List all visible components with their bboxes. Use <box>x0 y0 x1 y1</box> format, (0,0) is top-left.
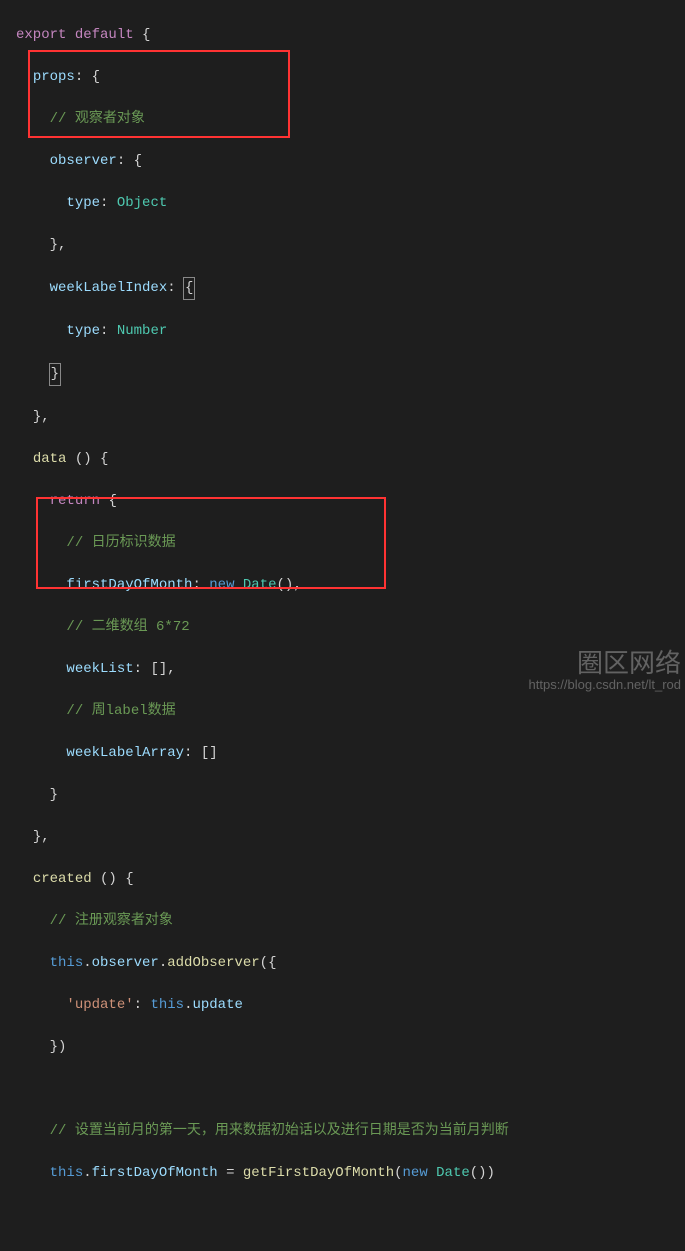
code-line: return { <box>16 491 669 512</box>
keyword-new: new <box>403 1165 428 1181</box>
class-date: Date <box>436 1165 470 1181</box>
keyword-this: this <box>50 955 84 971</box>
code-line: data () { <box>16 449 669 470</box>
code-line: // 日历标识数据 <box>16 533 669 554</box>
code-line: this.firstDayOfMonth = getFirstDayOfMont… <box>16 1163 669 1184</box>
code-line: type: Number <box>16 321 669 342</box>
keyword-new: new <box>209 577 234 593</box>
prop-type: type <box>66 323 100 339</box>
code-line: firstDayOfMonth: new Date(), <box>16 575 669 596</box>
prop-props: props <box>33 69 75 85</box>
fn-addobserver: addObserver <box>167 955 259 971</box>
comment: // 周label数据 <box>66 703 175 719</box>
code-line: // 二维数组 6*72 <box>16 617 669 638</box>
method-created: created <box>33 871 92 887</box>
comment: // 二维数组 6*72 <box>66 619 189 635</box>
code-line: // 周label数据 <box>16 701 669 722</box>
code-line: weekLabelArray: [] <box>16 743 669 764</box>
code-line: // 观察者对象 <box>16 109 669 130</box>
comment: // 观察者对象 <box>50 111 145 127</box>
code-line: 'update': this.update <box>16 995 669 1016</box>
code-line: // 注册观察者对象 <box>16 911 669 932</box>
code-line: this.observer.addObserver({ <box>16 953 669 974</box>
code-line: weekList: [], <box>16 659 669 680</box>
code-line: } <box>16 785 669 806</box>
keyword-export: export <box>16 27 66 43</box>
code-line: }) <box>16 1037 669 1058</box>
code-line: weekLabelIndex: { <box>16 277 669 300</box>
code-editor[interactable]: export default { props: { // 观察者对象 obser… <box>0 0 685 1251</box>
prop-observer: observer <box>92 955 159 971</box>
prop-observer: observer <box>50 153 117 169</box>
code-line <box>16 1079 669 1100</box>
string-update: 'update' <box>66 997 133 1013</box>
fn-getfirstday: getFirstDayOfMonth <box>243 1165 394 1181</box>
prop-type: type <box>66 195 100 211</box>
class-date: Date <box>243 577 277 593</box>
code-line: export default { <box>16 25 669 46</box>
code-line: // 设置当前月的第一天，用来数据初始话以及进行日期是否为当前月判断 <box>16 1121 669 1142</box>
keyword-this: this <box>150 997 184 1013</box>
code-line <box>16 1205 669 1226</box>
method-data: data <box>33 451 67 467</box>
keyword-default: default <box>75 27 134 43</box>
type-number: Number <box>117 323 167 339</box>
comment: // 设置当前月的第一天，用来数据初始话以及进行日期是否为当前月判断 <box>50 1123 509 1139</box>
code-line: }, <box>16 827 669 848</box>
keyword-return: return <box>50 493 100 509</box>
prop-firstday: firstDayOfMonth <box>66 577 192 593</box>
code-line: } <box>16 363 669 386</box>
keyword-this: this <box>50 1165 84 1181</box>
prop-firstday: firstDayOfMonth <box>92 1165 218 1181</box>
comment: // 注册观察者对象 <box>50 913 173 929</box>
comment: // 日历标识数据 <box>66 535 175 551</box>
code-line: props: { <box>16 67 669 88</box>
prop-weeklabelindex: weekLabelIndex <box>50 280 168 296</box>
code-line: created () { <box>16 869 669 890</box>
code-line: }, <box>16 407 669 428</box>
code-line: }, <box>16 235 669 256</box>
prop-weeklabelarray: weekLabelArray <box>66 745 184 761</box>
prop-weeklist: weekList <box>66 661 133 677</box>
prop-update: update <box>192 997 242 1013</box>
type-object: Object <box>117 195 167 211</box>
code-line: observer: { <box>16 151 669 172</box>
code-line: type: Object <box>16 193 669 214</box>
